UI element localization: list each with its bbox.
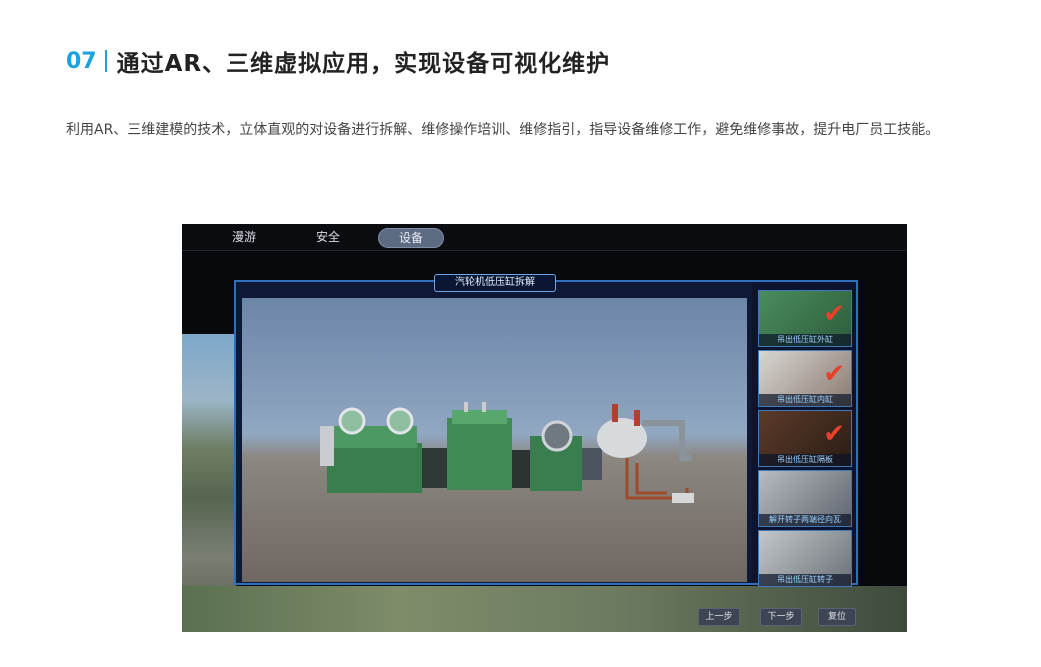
next-step-button[interactable]: 下一步 bbox=[760, 608, 802, 626]
step-label: 吊出低压缸转子 bbox=[759, 574, 851, 586]
check-mark-icon: ✔ bbox=[823, 419, 845, 449]
nav-tab-equipment[interactable]: 设备 bbox=[378, 228, 444, 248]
panel-title: 汽轮机低压缸拆解 bbox=[434, 274, 556, 292]
section-header: 07 通过AR、三维虚拟应用，实现设备可视化维护 bbox=[66, 44, 610, 78]
check-mark-icon: ✔ bbox=[823, 299, 845, 329]
app-screenshot: 漫游 安全 设备 汽轮机低压缸拆解 ✔ 吊出低压缸外缸 ✔ 吊出低压缸内缸 ✔ … bbox=[182, 224, 907, 632]
nav-tab-roam[interactable]: 漫游 bbox=[224, 228, 264, 246]
step-thumb-5[interactable]: 吊出低压缸转子 bbox=[758, 530, 852, 587]
prev-step-button[interactable]: 上一步 bbox=[698, 608, 740, 626]
step-thumb-4[interactable]: 解开转子两端径向瓦 bbox=[758, 470, 852, 527]
section-number: 07 bbox=[66, 48, 97, 74]
section-title: 通过AR、三维虚拟应用，实现设备可视化维护 bbox=[116, 51, 611, 77]
step-label: 吊出低压缸内缸 bbox=[759, 394, 851, 406]
intro-paragraph: 利用AR、三维建模的技术，立体直观的对设备进行拆解、维修操作培训、维修指引，指导… bbox=[66, 122, 940, 138]
turbine-model bbox=[320, 402, 694, 503]
step-thumb-2[interactable]: ✔ 吊出低压缸内缸 bbox=[758, 350, 852, 407]
reset-button[interactable]: 复位 bbox=[818, 608, 856, 626]
top-nav-bar: 漫游 安全 设备 bbox=[182, 224, 907, 251]
step-label: 吊出低压缸外缸 bbox=[759, 334, 851, 346]
step-label: 解开转子两端径向瓦 bbox=[759, 514, 851, 526]
step-label: 吊出低压缸隔板 bbox=[759, 454, 851, 466]
step-thumb-3[interactable]: ✔ 吊出低压缸隔板 bbox=[758, 410, 852, 467]
check-mark-icon: ✔ bbox=[823, 359, 845, 389]
3d-viewport[interactable] bbox=[242, 298, 747, 582]
header-divider bbox=[104, 50, 107, 72]
nav-tab-safety[interactable]: 安全 bbox=[308, 228, 348, 246]
step-thumb-1[interactable]: ✔ 吊出低压缸外缸 bbox=[758, 290, 852, 347]
